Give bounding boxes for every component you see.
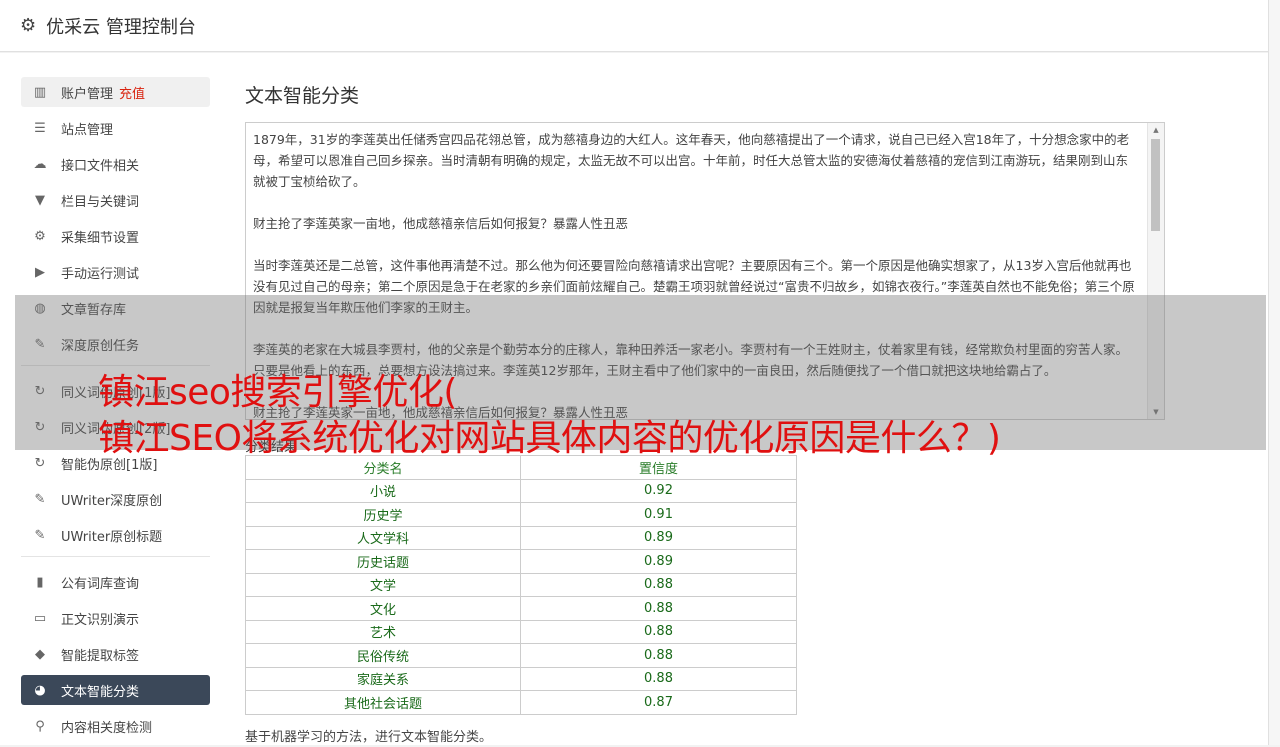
edit-icon: ✎: [34, 491, 46, 507]
sidebar-item-interface-files[interactable]: ☁ 接口文件相关: [21, 149, 210, 179]
headline-line-1: 镇江seo搜索引擎优化(: [98, 372, 457, 413]
sidebar-item-label: UWriter深度原创: [61, 493, 163, 509]
pie-chart-icon: ◕: [34, 682, 46, 698]
sidebar-item-columns-keywords[interactable]: ▼ 栏目与关键词: [21, 185, 210, 215]
monitor-icon: ▭: [33, 610, 47, 626]
sidebar-item-label: 栏目与关键词: [61, 194, 140, 210]
score-cell: 0.88: [520, 666, 797, 691]
classification-table: 分类名 置信度 小说 0.92 历史学 0.91 人文学科 0.89 历史话题 0.89…: [245, 455, 797, 715]
sidebar-item-label: 接口文件相关: [61, 158, 140, 174]
sidebar-item-label: 正文识别演示: [61, 612, 140, 628]
search-icon: ⚲: [35, 718, 45, 734]
sidebar-item-public-thesaurus[interactable]: ▮ 公有词库查询: [21, 567, 210, 597]
category-cell: 艺术: [245, 619, 521, 644]
sidebar-item-label: 文本智能分类: [61, 684, 140, 700]
table-row: 历史话题 0.89: [245, 549, 797, 574]
table-row: 艺术 0.88: [245, 619, 797, 644]
sidebar-item-label: 智能提取标签: [61, 648, 140, 664]
filter-icon: ▼: [35, 192, 45, 208]
table-row: 人文学科 0.89: [245, 525, 797, 550]
category-cell: 小说: [245, 478, 521, 503]
category-cell: 历史学: [245, 502, 521, 527]
sidebar-item-text-classify[interactable]: ◕ 文本智能分类: [21, 675, 210, 705]
score-cell: 0.89: [520, 549, 797, 574]
score-cell: 0.87: [520, 690, 797, 715]
sidebar-item-collect-settings[interactable]: ⚙ 采集细节设置: [21, 221, 210, 251]
play-circle-icon: ▶: [35, 264, 45, 280]
book-icon: ▮: [36, 574, 44, 590]
table-row: 家庭关系 0.88: [245, 666, 797, 691]
category-cell: 文学: [245, 572, 521, 597]
sidebar-item-label: UWriter原创标题: [61, 529, 163, 545]
score-cell: 0.91: [520, 502, 797, 527]
score-cell: 0.89: [520, 525, 797, 550]
refresh-icon: ↻: [34, 455, 46, 471]
cloud-upload-icon: ☁: [33, 156, 47, 172]
recharge-link[interactable]: 充值: [119, 83, 145, 102]
sidebar-item-label: 内容相关度检测: [61, 720, 153, 736]
category-cell: 文化: [245, 596, 521, 621]
gears-icon: ⚙: [34, 228, 46, 244]
sidebar-item-label: 采集细节设置: [61, 230, 140, 246]
category-cell: 历史话题: [245, 549, 521, 574]
sidebar-divider: [21, 556, 210, 557]
table-row: 文化 0.88: [245, 596, 797, 621]
console-title: 优采云 管理控制台: [46, 16, 196, 38]
method-note: 基于机器学习的方法，进行文本智能分类。: [245, 730, 493, 745]
sidebar-item-account[interactable]: ▥ 账户管理 充值: [21, 77, 210, 107]
headline-line-2: 镇江SEO将系统优化对网站具体内容的优化原因是什么？): [98, 418, 1001, 459]
scroll-up-icon[interactable]: ▲: [1148, 126, 1164, 134]
scrollbar-thumb[interactable]: [1151, 139, 1160, 231]
score-cell: 0.88: [520, 619, 797, 644]
sidebar-item-uwriter-title[interactable]: ✎ UWriter原创标题: [21, 520, 210, 550]
tag-icon: ◆: [35, 646, 45, 662]
sidebar-item-label: 公有词库查询: [61, 576, 140, 592]
table-row: 其他社会话题 0.87: [245, 690, 797, 715]
category-cell: 其他社会话题: [245, 690, 521, 715]
sidebar-item-label: 手动运行测试: [61, 266, 140, 282]
table-row: 历史学 0.91: [245, 502, 797, 527]
overlay-headline: 镇江seo搜索引擎优化( 镇江SEO将系统优化对网站具体内容的优化原因是什么？): [98, 370, 1258, 462]
sidebar-item-manual-run[interactable]: ▶ 手动运行测试: [21, 257, 210, 287]
score-cell: 0.88: [520, 572, 797, 597]
page-title: 文本智能分类: [245, 85, 360, 107]
sidebar-item-relevance-check[interactable]: ⚲ 内容相关度检测: [21, 711, 210, 741]
score-cell: 0.88: [520, 643, 797, 668]
score-cell: 0.88: [520, 596, 797, 621]
sidebar-item-uwriter-deep[interactable]: ✎ UWriter深度原创: [21, 484, 210, 514]
edit-icon: ✎: [34, 527, 46, 543]
bar-chart-icon: ▥: [33, 84, 47, 100]
list-icon: ☰: [34, 120, 46, 136]
table-row: 小说 0.92: [245, 478, 797, 503]
gear-icon[interactable]: ⚙: [20, 15, 36, 36]
sidebar-item-label: 账户管理: [61, 86, 114, 102]
sidebar-item-sites[interactable]: ☰ 站点管理: [21, 113, 210, 143]
right-scroll-strip: [1268, 0, 1280, 745]
score-cell: 0.92: [520, 478, 797, 503]
top-header: ⚙ 优采云 管理控制台: [0, 0, 1268, 52]
category-cell: 民俗传统: [245, 643, 521, 668]
table-row: 文学 0.88: [245, 572, 797, 597]
table-row: 民俗传统 0.88: [245, 643, 797, 668]
sidebar-item-label: 站点管理: [61, 122, 114, 138]
sidebar-item-text-recognition[interactable]: ▭ 正文识别演示: [21, 603, 210, 633]
category-cell: 人文学科: [245, 525, 521, 550]
category-cell: 家庭关系: [245, 666, 521, 691]
sidebar-item-tag-extract[interactable]: ◆ 智能提取标签: [21, 639, 210, 669]
